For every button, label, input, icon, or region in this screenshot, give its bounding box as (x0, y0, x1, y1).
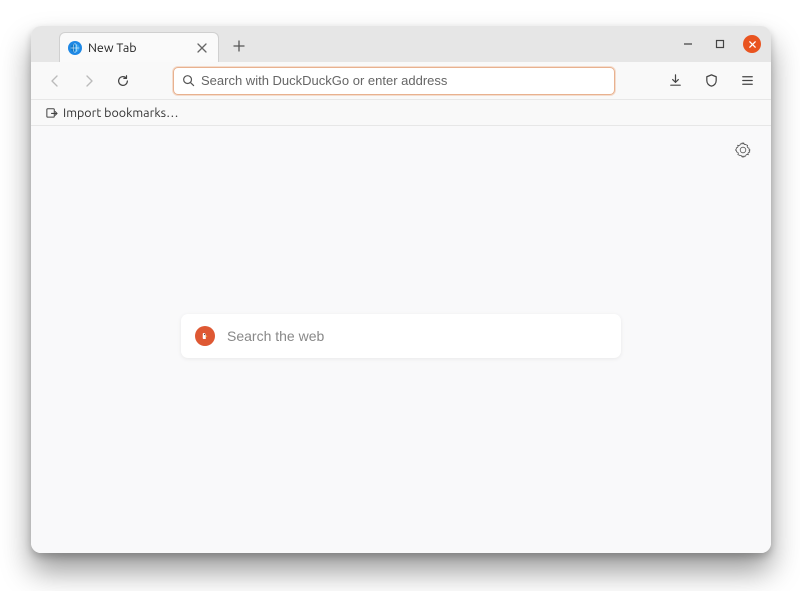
gear-icon (735, 142, 751, 158)
newtab-settings-button[interactable] (731, 138, 755, 162)
duckduckgo-icon (195, 326, 215, 346)
toolbar-actions (661, 67, 761, 95)
tab-favicon-icon (68, 41, 82, 55)
downloads-button[interactable] (661, 67, 689, 95)
newtab-search-input[interactable] (227, 328, 607, 344)
window-close-button[interactable] (743, 35, 761, 53)
window-minimize-button[interactable] (679, 35, 697, 53)
tab-new-tab[interactable]: New Tab (59, 32, 219, 62)
navigation-toolbar (31, 62, 771, 100)
newtab-search-box[interactable] (181, 314, 621, 358)
window-maximize-button[interactable] (711, 35, 729, 53)
browser-window: New Tab (31, 26, 771, 553)
import-bookmarks-button[interactable]: Import bookmarks… (41, 104, 183, 122)
newtab-content (31, 126, 771, 553)
window-controls (679, 26, 761, 62)
bookmarks-toolbar: Import bookmarks… (31, 100, 771, 126)
forward-button[interactable] (75, 67, 103, 95)
import-bookmarks-label: Import bookmarks… (63, 106, 179, 120)
tab-close-button[interactable] (194, 40, 210, 56)
new-tab-button[interactable] (225, 32, 253, 60)
import-icon (45, 106, 58, 119)
tab-strip: New Tab (31, 26, 771, 62)
shield-icon[interactable] (697, 67, 725, 95)
menu-button[interactable] (733, 67, 761, 95)
back-button[interactable] (41, 67, 69, 95)
tab-title: New Tab (88, 41, 188, 55)
search-icon (182, 74, 195, 87)
address-bar[interactable] (173, 67, 615, 95)
reload-button[interactable] (109, 67, 137, 95)
address-input[interactable] (201, 73, 606, 88)
